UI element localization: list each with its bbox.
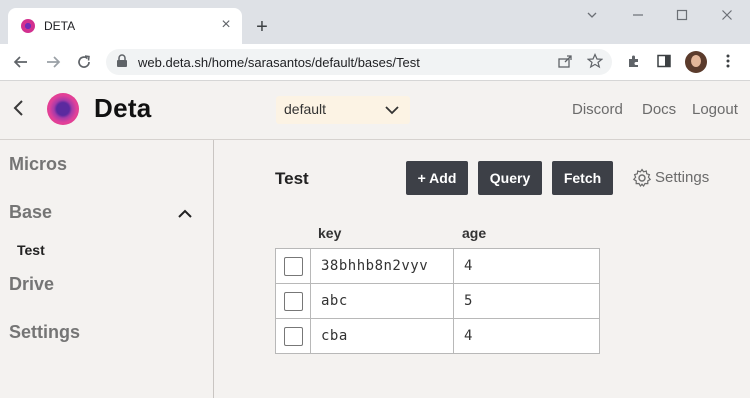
table-row: abc 5 (276, 284, 599, 319)
kebab-menu-icon[interactable] (718, 53, 738, 73)
sidebar-item-drive[interactable]: Drive (9, 274, 54, 295)
extensions-icon[interactable] (624, 53, 644, 73)
chevron-up-icon[interactable] (177, 206, 193, 220)
row-select-cell (276, 284, 311, 318)
age-cell[interactable]: 4 (454, 319, 599, 353)
checkbox[interactable] (284, 327, 303, 346)
browser-tab[interactable]: DETA × (8, 8, 242, 44)
tab-title: DETA (44, 19, 76, 33)
sidebar-item-test[interactable]: Test (17, 242, 45, 258)
age-cell[interactable]: 5 (454, 284, 599, 318)
sidepanel-icon[interactable] (654, 53, 674, 73)
items-table: 38bhhb8n2vyv 4 abc 5 cba 4 (275, 248, 600, 354)
key-cell[interactable]: abc (311, 284, 454, 318)
header-link-docs[interactable]: Docs (642, 101, 676, 118)
checkbox[interactable] (284, 292, 303, 311)
space-selector-value: default (284, 101, 327, 117)
key-cell[interactable]: cba (311, 319, 454, 353)
settings-label: Settings (655, 169, 710, 186)
browser-tabstrip: DETA × + (0, 0, 750, 44)
sidebar: Micros Base Test Drive Settings (0, 140, 214, 398)
maximize-icon[interactable] (672, 6, 692, 26)
sidebar-item-base[interactable]: Base (9, 202, 52, 223)
fetch-button[interactable]: Fetch (552, 161, 613, 195)
header-link-logout[interactable]: Logout (692, 101, 738, 118)
age-value: 4 (464, 258, 473, 274)
checkbox[interactable] (284, 257, 303, 276)
age-value: 4 (464, 328, 473, 344)
key-value: 38bhhb8n2vyv (321, 258, 429, 274)
close-icon[interactable]: × (217, 16, 235, 34)
chevron-down-icon (384, 102, 400, 118)
table-row: cba 4 (276, 319, 599, 353)
url-text[interactable]: web.deta.sh/home/sarasantos/default/base… (138, 55, 420, 70)
forward-arrow-icon[interactable] (41, 50, 65, 74)
add-button[interactable]: + Add (406, 161, 468, 195)
base-panel: Test + Add Query Fetch Settings key age … (214, 140, 750, 398)
window-close-icon[interactable] (717, 6, 737, 26)
avatar[interactable] (685, 51, 707, 73)
sidebar-item-micros[interactable]: Micros (9, 154, 67, 175)
minimize-icon[interactable] (628, 6, 648, 26)
row-select-cell (276, 319, 311, 353)
age-value: 5 (464, 293, 473, 309)
brand-name: Deta (94, 93, 152, 123)
lock-icon[interactable] (116, 54, 130, 70)
header-link-discord[interactable]: Discord (572, 101, 623, 118)
deta-logo-icon (47, 93, 79, 125)
back-arrow-icon[interactable] (9, 50, 33, 74)
chevron-down-icon[interactable] (582, 6, 602, 26)
chevron-left-icon[interactable] (12, 98, 28, 120)
key-value: cba (321, 328, 348, 344)
sidebar-item-settings[interactable]: Settings (9, 322, 80, 343)
page-title: Test (275, 169, 309, 188)
browser-toolbar: web.deta.sh/home/sarasantos/default/base… (0, 44, 750, 81)
favicon-icon (21, 19, 35, 33)
column-header-key[interactable]: key (318, 225, 341, 241)
app-header: Deta default Discord Docs Logout (0, 81, 750, 140)
row-select-cell (276, 249, 311, 283)
plus-icon[interactable]: + (252, 17, 272, 37)
deta-app: Deta default Discord Docs Logout Micros … (0, 81, 750, 398)
query-button[interactable]: Query (478, 161, 542, 195)
star-icon[interactable] (586, 53, 604, 71)
key-cell[interactable]: 38bhhb8n2vyv (311, 249, 454, 283)
age-cell[interactable]: 4 (454, 249, 599, 283)
reload-icon[interactable] (72, 50, 96, 74)
share-icon[interactable] (556, 53, 574, 71)
table-row: 38bhhb8n2vyv 4 (276, 249, 599, 284)
column-header-age[interactable]: age (462, 225, 486, 241)
gear-icon (632, 168, 652, 193)
key-value: abc (321, 293, 348, 309)
address-bar[interactable]: web.deta.sh/home/sarasantos/default/base… (106, 49, 612, 75)
space-selector[interactable]: default (276, 96, 410, 124)
